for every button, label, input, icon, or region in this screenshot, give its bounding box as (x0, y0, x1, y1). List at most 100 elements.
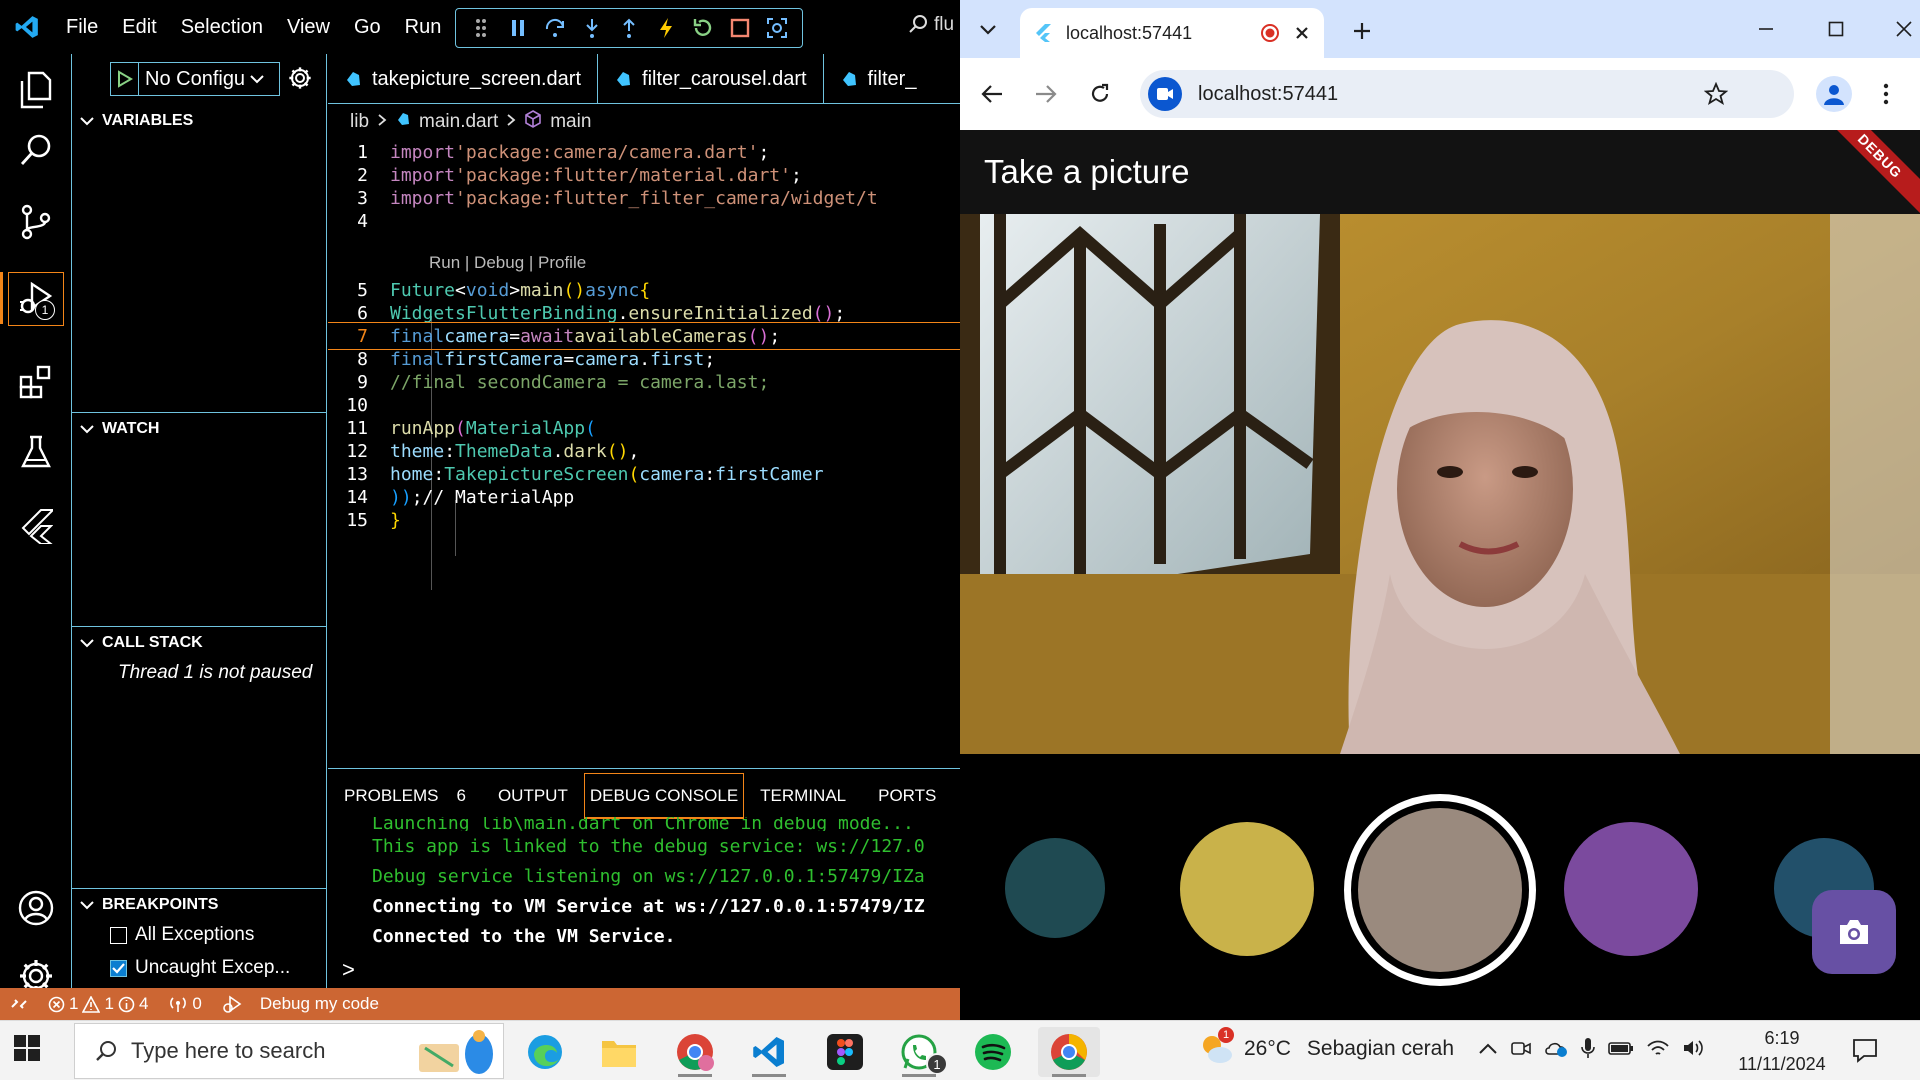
start-debugging-icon[interactable] (111, 63, 139, 95)
source-control-icon[interactable] (0, 190, 72, 254)
stop-icon[interactable] (726, 14, 754, 42)
taskbar-chrome[interactable] (1038, 1027, 1100, 1077)
taskbar-spotify[interactable] (962, 1027, 1024, 1077)
testing-icon[interactable] (0, 420, 72, 484)
microphone-icon[interactable] (1580, 1037, 1596, 1064)
tab-search-button[interactable] (968, 10, 1008, 50)
code-editor[interactable]: 1 import 'package:camera/camera.dart'; 2i… (328, 138, 960, 768)
token: home (390, 463, 434, 485)
filter-option[interactable] (1005, 838, 1105, 938)
taskbar-edge[interactable] (514, 1027, 576, 1077)
taskbar-clock[interactable]: 6:19 11/11/2024 (1732, 1025, 1832, 1077)
breadcrumb-symbol[interactable]: main (550, 111, 591, 133)
drag-handle-icon[interactable] (467, 14, 495, 42)
codelens-run-debug-profile[interactable]: Run | Debug | Profile (429, 253, 586, 273)
step-out-icon[interactable] (615, 14, 643, 42)
screen-share-indicator-icon[interactable] (1148, 77, 1182, 111)
accounts-icon[interactable] (0, 876, 72, 940)
tab-takepicture-screen[interactable]: takepicture_screen.dart (328, 54, 599, 104)
bookmark-star-icon[interactable] (1698, 76, 1734, 112)
address-bar[interactable]: localhost:57441 (1140, 70, 1794, 118)
onedrive-sync-icon[interactable] (1544, 1038, 1568, 1063)
back-arrow-icon[interactable] (974, 76, 1010, 112)
debug-config-status[interactable]: Debug my code (212, 994, 389, 1014)
panel-tabs: PROBLEMS 6 OUTPUT DEBUG CONSOLE TERMINAL… (328, 773, 952, 819)
close-tab-icon[interactable] (1294, 25, 1310, 41)
search-icon[interactable] (0, 118, 72, 182)
chevron-up-icon[interactable] (1478, 1042, 1498, 1060)
checkbox[interactable] (110, 926, 127, 944)
taskbar-search-box[interactable]: Type here to search (74, 1023, 504, 1079)
breadcrumb-file[interactable]: main.dart (419, 111, 498, 133)
notification-center-icon[interactable] (1852, 1037, 1878, 1068)
breakpoint-all-exceptions[interactable]: All Exceptions (110, 924, 254, 946)
command-center[interactable]: flu (908, 14, 954, 36)
pause-icon[interactable] (504, 14, 532, 42)
new-tab-plus-icon[interactable] (1352, 16, 1372, 48)
weather-widget[interactable]: 1 26°C Sebagian cerah (1198, 1027, 1454, 1067)
taskbar-chrome-profile[interactable] (664, 1027, 726, 1077)
taskbar-vscode[interactable] (738, 1027, 800, 1077)
filter-option[interactable] (1564, 822, 1698, 956)
close-window-icon[interactable] (1884, 14, 1920, 44)
explorer-icon[interactable] (0, 58, 72, 122)
battery-icon[interactable] (1608, 1040, 1634, 1061)
filter-option[interactable] (1180, 822, 1314, 956)
ports-count: 0 (192, 994, 202, 1013)
tab-filter-partial[interactable]: filter_ (824, 54, 933, 104)
tab-problems[interactable]: PROBLEMS 6 (328, 773, 482, 819)
breakpoints-header[interactable]: BREAKPOINTS (72, 890, 326, 920)
tab-terminal[interactable]: TERMINAL (744, 773, 862, 819)
thread-status[interactable]: Thread 1 is not paused (118, 662, 312, 684)
extensions-icon[interactable] (0, 350, 72, 414)
problems-status[interactable]: 1 1 4 (38, 994, 158, 1014)
maximize-icon[interactable] (1816, 14, 1856, 44)
more-menu-icon[interactable] (1868, 76, 1904, 112)
console-input-prompt[interactable]: > (342, 957, 355, 983)
taskbar-file-explorer[interactable] (588, 1027, 650, 1077)
taskbar-figma[interactable] (814, 1027, 876, 1077)
inspect-widget-icon[interactable] (763, 14, 791, 42)
weather-partly-sunny-icon: 1 (1198, 1027, 1234, 1067)
menu-view[interactable]: View (275, 16, 342, 39)
reload-icon[interactable] (1082, 76, 1118, 112)
hot-reload-icon[interactable] (652, 14, 680, 42)
restart-icon[interactable] (689, 14, 717, 42)
tab-filter-carousel[interactable]: filter_carousel.dart (598, 54, 824, 104)
tab-debug-console[interactable]: DEBUG CONSOLE (583, 773, 745, 819)
wifi-icon[interactable] (1646, 1038, 1670, 1063)
watch-header[interactable]: WATCH (72, 414, 326, 444)
breadcrumb-lib[interactable]: lib (350, 111, 369, 133)
flutter-icon[interactable] (0, 494, 72, 558)
capture-button[interactable] (1812, 890, 1896, 974)
minimize-icon[interactable] (1746, 14, 1786, 44)
filter-option-selected[interactable] (1358, 808, 1522, 972)
debug-console-output[interactable]: Launching lib\main.dart on Chrome in deb… (372, 817, 962, 951)
checkbox-checked[interactable] (110, 959, 127, 977)
windows-start-icon[interactable] (14, 1035, 40, 1066)
menu-go[interactable]: Go (342, 16, 393, 39)
open-launch-json-gear-icon[interactable] (288, 66, 312, 95)
menu-selection[interactable]: Selection (169, 16, 275, 39)
menu-edit[interactable]: Edit (110, 16, 168, 39)
remote-indicator-icon[interactable] (0, 995, 38, 1013)
profile-avatar-icon[interactable] (1816, 76, 1852, 112)
browser-tab[interactable]: localhost:57441 (1020, 8, 1324, 58)
menu-run[interactable]: Run (393, 16, 454, 39)
taskbar-whatsapp[interactable]: 1 (888, 1027, 950, 1077)
tab-output[interactable]: OUTPUT (482, 773, 584, 819)
variables-header[interactable]: VARIABLES (72, 106, 326, 136)
chrome-icon (1051, 1034, 1087, 1070)
menu-file[interactable]: File (54, 16, 110, 39)
step-over-icon[interactable] (541, 14, 569, 42)
step-into-icon[interactable] (578, 14, 606, 42)
call-stack-header[interactable]: CALL STACK (72, 628, 326, 658)
breakpoint-uncaught-exceptions[interactable]: Uncaught Excep... (110, 957, 290, 979)
tab-ports[interactable]: PORTS (862, 773, 952, 819)
meet-now-icon[interactable] (1510, 1038, 1532, 1063)
forward-arrow-icon[interactable] (1028, 76, 1064, 112)
ports-status[interactable]: 0 (158, 994, 211, 1014)
run-and-debug-icon[interactable]: 1 (0, 266, 72, 330)
run-config-dropdown[interactable]: No Configu (110, 62, 280, 96)
volume-icon[interactable] (1682, 1038, 1706, 1063)
